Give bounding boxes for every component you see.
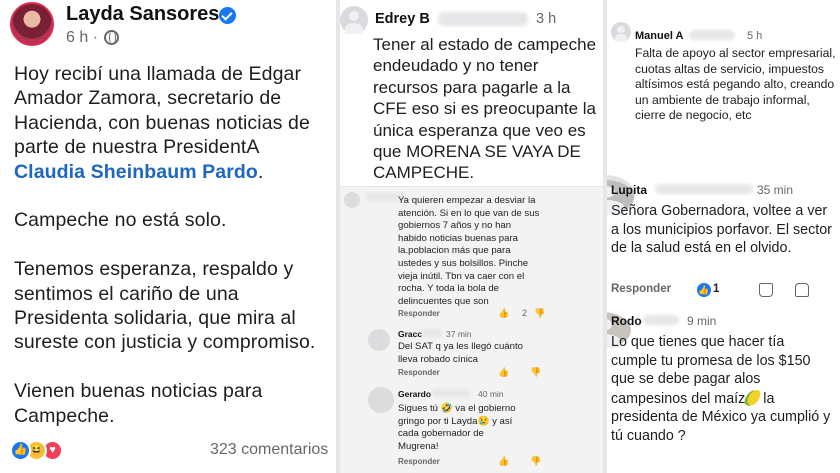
dislike-button[interactable]: 👎 bbox=[530, 456, 541, 467]
reply-button[interactable]: Responder bbox=[611, 283, 671, 295]
like-count: 2 bbox=[522, 308, 528, 318]
post-paragraph-3: Tenemos esperanza, respaldo y sentimos e… bbox=[14, 258, 316, 354]
comment-time: 3 h bbox=[536, 11, 557, 27]
dislike-button[interactable]: 👎 bbox=[534, 308, 545, 319]
redacted-name bbox=[432, 389, 470, 397]
comment-time: 37 min bbox=[446, 329, 472, 339]
redacted-name bbox=[438, 12, 528, 26]
redacted-name bbox=[422, 329, 442, 337]
post-paragraph-4: Vienen buenas noticias para Campeche. bbox=[14, 380, 263, 427]
dislike-button[interactable]: 👎 bbox=[530, 367, 541, 378]
like-button[interactable] bbox=[759, 283, 773, 297]
comment-text: Tener al estado de campeche endeudado y … bbox=[373, 35, 597, 183]
reactions-summary[interactable]: 👍 😆 ♥ bbox=[10, 440, 72, 462]
verified-badge-icon bbox=[219, 7, 236, 24]
reply-button[interactable]: Responder bbox=[398, 309, 440, 318]
commenter-avatar[interactable] bbox=[368, 387, 394, 413]
comment-time: 35 min bbox=[757, 183, 794, 197]
comment-text: Del SAT q ya les llegó cuánto lleva roba… bbox=[398, 341, 523, 365]
commenter-avatar[interactable] bbox=[344, 192, 360, 208]
post-body: Hoy recibí una llamada de Edgar Amador Z… bbox=[14, 62, 332, 452]
commenter-avatar[interactable] bbox=[340, 6, 368, 34]
comment-text: Lo que tienes que hacer tía cumple tu pr… bbox=[611, 334, 831, 444]
public-globe-icon bbox=[104, 30, 119, 45]
like-icon: 👍 bbox=[10, 440, 31, 461]
commenter-name[interactable]: Gracc bbox=[398, 329, 422, 339]
facebook-post: Layda Sansores 6 h · Hoy recibí una llam… bbox=[0, 0, 336, 473]
like-button[interactable]: 👍 bbox=[498, 367, 509, 378]
commenter-name[interactable]: Rodo bbox=[611, 314, 642, 328]
comment-text: Señora Gobernadora, voltee a ver a los m… bbox=[611, 203, 832, 257]
nested-comments-screenshot: Ya quieren empezar a desviar la atención… bbox=[340, 186, 603, 473]
comment-text: Sigues tú 🤣 va el gobierno gringo por ti… bbox=[398, 403, 516, 452]
like-icon: 👍 bbox=[697, 283, 711, 297]
post-timestamp[interactable]: 6 h · bbox=[66, 29, 98, 47]
comment-text: Falta de apoyo al sector empresarial, cu… bbox=[635, 46, 836, 123]
reply-button[interactable]: Responder bbox=[398, 368, 440, 377]
comment-time: 9 min bbox=[687, 314, 717, 328]
comments-screenshot-middle: Edrey B 3 h Tener al estado de campeche … bbox=[340, 0, 603, 473]
dislike-button[interactable] bbox=[795, 283, 809, 297]
comments-screenshot-right: Manuel A 5 h Falta de apoyo al sector em… bbox=[607, 0, 840, 473]
reply-button[interactable]: Responder bbox=[398, 457, 440, 466]
commenter-avatar[interactable] bbox=[611, 22, 631, 42]
comment-time: 40 min bbox=[478, 389, 504, 399]
comment-text: Ya quieren empezar a desviar la atención… bbox=[398, 195, 540, 307]
redacted-name bbox=[689, 30, 735, 40]
commenter-name[interactable]: Edrey B bbox=[375, 11, 430, 27]
corn-emoji-icon bbox=[745, 387, 764, 408]
mention-link[interactable]: Claudia Sheinbaum Pardo bbox=[14, 161, 258, 183]
like-count: 1 bbox=[713, 283, 720, 295]
redacted-name bbox=[643, 315, 679, 325]
redacted-name bbox=[655, 184, 753, 194]
commenter-name[interactable]: Lupita bbox=[611, 183, 647, 197]
post-author-name[interactable]: Layda Sansores bbox=[66, 3, 219, 26]
commenter-avatar[interactable] bbox=[368, 329, 390, 351]
like-button[interactable]: 👍 bbox=[498, 456, 509, 467]
post-paragraph-2: Campeche no está solo. bbox=[14, 209, 227, 232]
post-paragraph-1: Hoy recibí una llamada de Edgar Amador Z… bbox=[14, 63, 310, 183]
comment-time: 5 h bbox=[747, 30, 763, 42]
like-button[interactable]: 👍 bbox=[498, 308, 509, 319]
commenter-name[interactable]: Gerardo bbox=[398, 389, 431, 399]
author-avatar[interactable] bbox=[10, 2, 54, 46]
commenter-name[interactable]: Manuel A bbox=[635, 30, 684, 42]
comments-count-link[interactable]: 323 comentarios bbox=[210, 441, 328, 459]
